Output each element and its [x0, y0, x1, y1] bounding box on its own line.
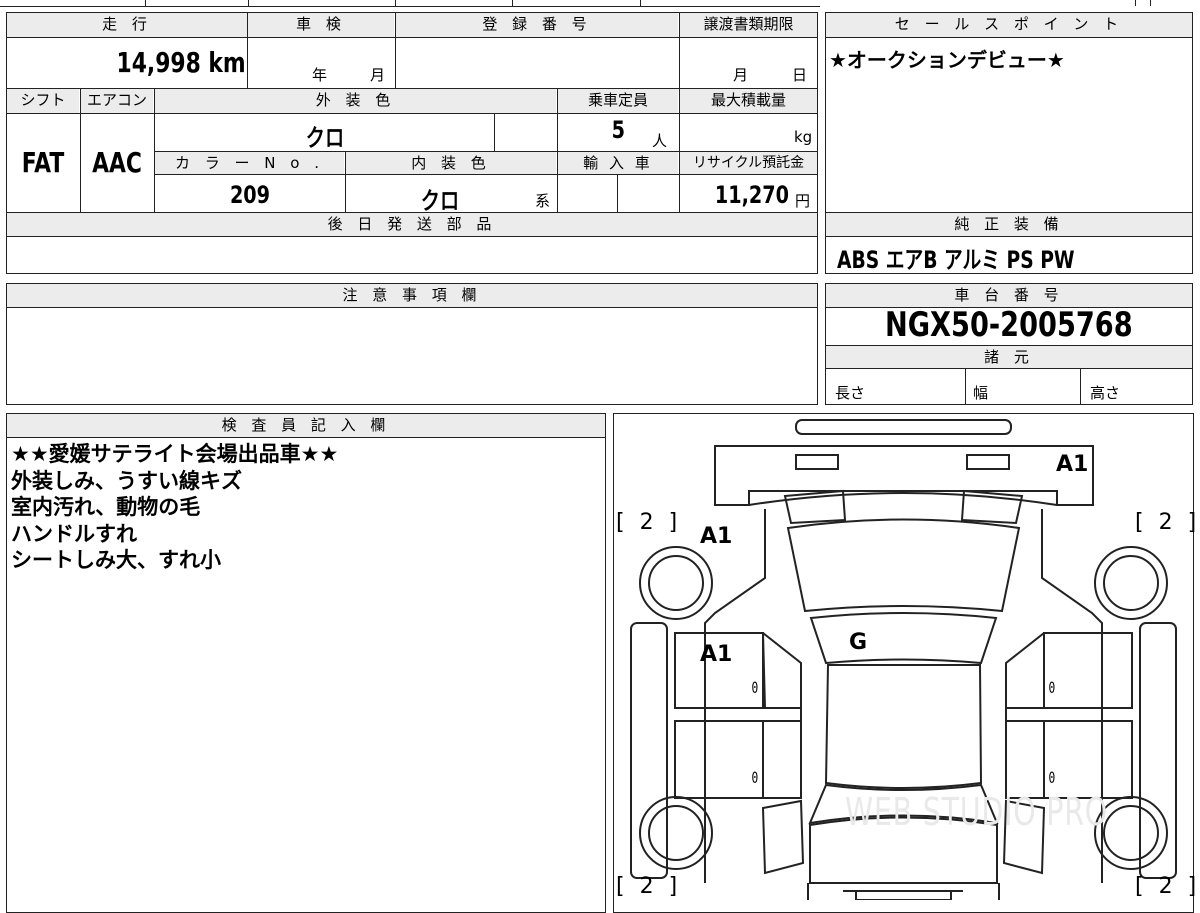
shift-label: シフト — [7, 89, 79, 113]
width-label: 幅 — [973, 384, 989, 402]
capacity-label: 乗車定員 — [558, 89, 678, 113]
door-zero: 0 — [751, 678, 759, 697]
recycle-label: リサイクル預託金 — [680, 152, 817, 174]
right-rear-door — [1043, 632, 1133, 709]
equipment-label: 純 正 装 備 — [826, 213, 1192, 236]
wheel-rear-right — [1094, 546, 1168, 620]
recycle-unit: 円 — [795, 192, 811, 210]
tire-rating-bottom-right: [ 2 ] — [1135, 874, 1200, 899]
shaken-label: 車 検 — [248, 13, 394, 37]
recycle-value: 11,270 — [714, 181, 789, 209]
deadline-day-unit: 日 — [792, 66, 808, 84]
wheel-rear-left — [639, 546, 713, 620]
deadline-month-unit: 月 — [733, 66, 749, 84]
inspector-line: 室内汚れ、動物の毛 — [11, 495, 201, 519]
equipment-items: ABS エアB アルミ PS PW — [837, 246, 1075, 274]
interior-suffix: 系 — [535, 192, 551, 210]
inspector-line: ハンドルすれ — [11, 521, 137, 546]
color-no-label: カ ラ ー N o . — [155, 152, 344, 174]
interior-color-label: 内 装 色 — [346, 152, 556, 174]
specs-label: 諸 元 — [826, 346, 1192, 368]
mileage-label: 走 行 — [7, 13, 247, 37]
left-front-fender-panel — [761, 799, 805, 875]
rear-bumper — [795, 419, 1012, 435]
chassis-number: NGX50-2005768 — [885, 305, 1133, 345]
tail-lamp-left — [795, 454, 839, 470]
damage-mark-rear-right: A1 — [1056, 452, 1089, 477]
import-label: 輸 入 車 — [558, 152, 678, 174]
watermark: WEB STUDIO PRO — [845, 790, 1108, 834]
capacity-value: 5 — [611, 116, 626, 144]
door-zero: 0 — [1048, 768, 1056, 787]
right-front-door — [1043, 720, 1133, 799]
transfer-deadline-label: 譲渡書類期限 — [680, 13, 817, 37]
max-load-unit: kg — [794, 128, 813, 146]
inspector-label: 検 査 員 記 入 欄 — [7, 414, 605, 437]
tire-rating-top-left: [ 2 ] — [616, 510, 682, 535]
registration-label: 登 録 番 号 — [396, 13, 678, 37]
shift-value: FAT — [21, 146, 65, 179]
later-parts-label: 後 日 発 送 部 品 — [7, 213, 817, 236]
mileage-value: 14,998 km — [116, 46, 246, 79]
tail-lamp-right — [966, 454, 1010, 470]
door-zero: 0 — [751, 768, 759, 787]
max-load-label: 最大積載量 — [680, 89, 817, 113]
damage-mark-roof: G — [849, 630, 868, 655]
tire-rating-bottom-left: [ 2 ] — [616, 874, 682, 899]
capacity-unit: 人 — [652, 132, 668, 150]
chassis-number-wrap: NGX50-2005768 — [826, 305, 1192, 345]
aircon-label: エアコン — [81, 89, 153, 113]
aircon-value: AAC — [92, 146, 142, 179]
inspector-notes: ★★愛媛サテライト会場出品車★★ 外装しみ、うすい線キズ 室内汚れ、動物の毛 ハ… — [11, 441, 338, 574]
exterior-color-label: 外 装 色 — [155, 89, 556, 113]
chassis-label: 車 台 番 号 — [826, 284, 1192, 307]
height-label: 高さ — [1090, 384, 1121, 402]
color-no-value: 209 — [229, 181, 271, 209]
caution-label: 注 意 事 項 欄 — [7, 284, 817, 307]
inspector-line: 外装しみ、うすい線キズ — [11, 468, 242, 493]
left-front-door — [674, 720, 764, 799]
roof-front — [809, 612, 998, 665]
sales-point-text: ★オークションデビュー★ — [829, 48, 1065, 72]
roof — [824, 664, 983, 789]
length-label: 長さ — [835, 384, 866, 402]
shaken-month-unit: 月 — [370, 66, 386, 84]
tire-rating-top-right: [ 2 ] — [1135, 510, 1200, 535]
rear-window — [786, 518, 1021, 613]
inspector-line: シートしみ大、すれ小 — [11, 548, 221, 572]
shaken-year-unit: 年 — [312, 66, 328, 84]
door-zero: 0 — [1048, 678, 1056, 697]
damage-mark-left-door: A1 — [700, 642, 733, 667]
sales-point-label: セ ー ル ス ポ イ ン ト — [826, 13, 1192, 37]
wheel-front-left — [639, 796, 713, 870]
exterior-color-value: クロ — [305, 124, 345, 152]
damage-mark-left-fender: A1 — [700, 524, 733, 549]
interior-color-value: クロ — [420, 187, 460, 215]
rear-panel — [714, 445, 1094, 506]
inspector-line: ★★愛媛サテライト会場出品車★★ — [11, 442, 339, 466]
